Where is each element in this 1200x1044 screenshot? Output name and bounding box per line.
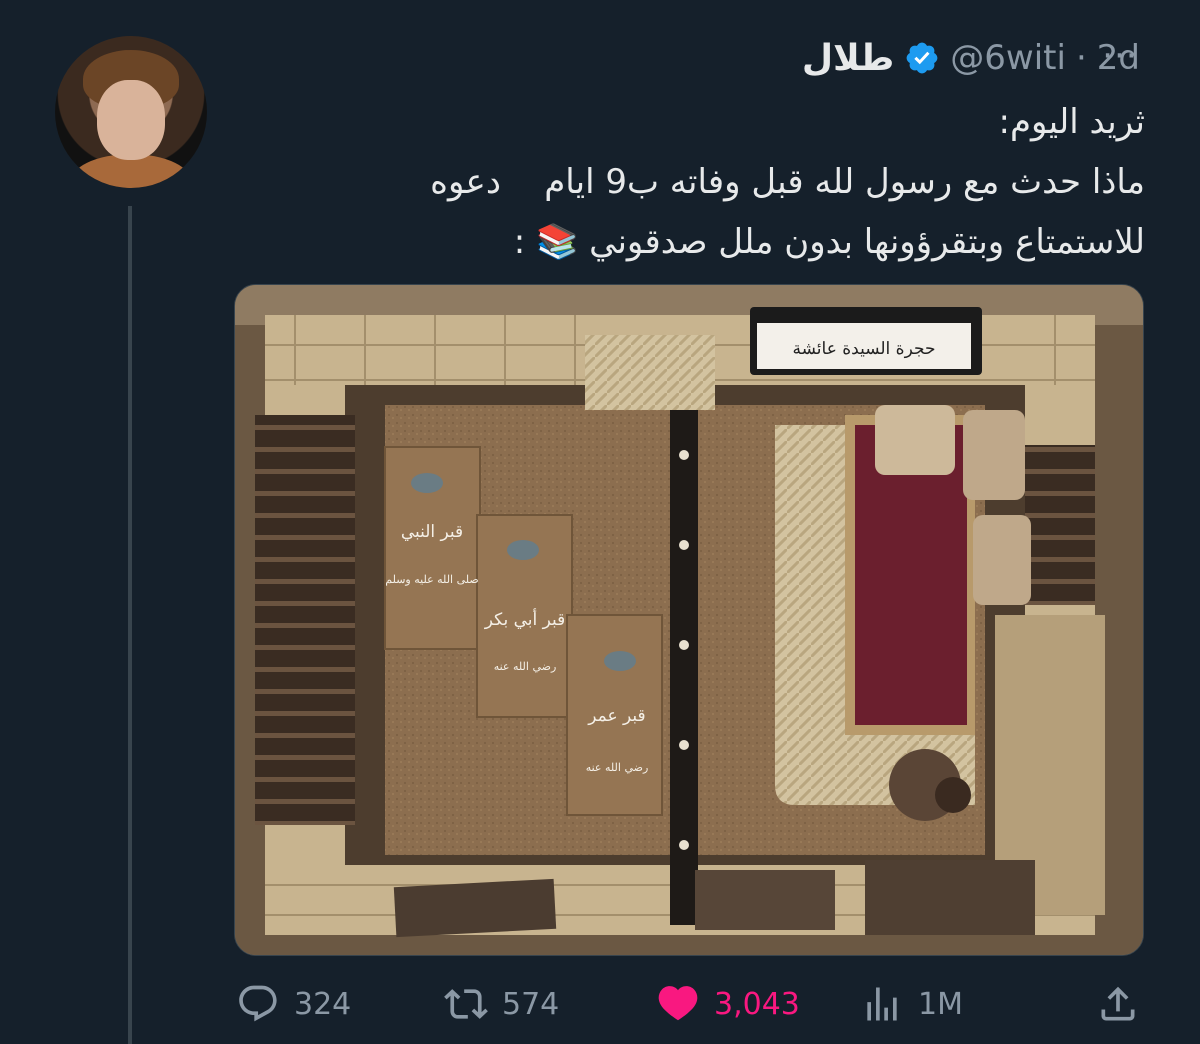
retweet-button[interactable]: 574 [444, 966, 559, 1042]
heart-icon [658, 986, 698, 1021]
retweet-count: 574 [502, 986, 560, 1022]
grave-abubakr-label: قبر أبي بكر [484, 608, 566, 630]
tweet-text-line: ثريد اليوم: [998, 102, 1145, 142]
reply-count: 324 [294, 986, 352, 1022]
grave-umar-sub: رضي الله عنه [586, 761, 649, 774]
views-button[interactable]: 1M [860, 966, 963, 1042]
views-bar-chart-icon [867, 987, 897, 1021]
thread-line [128, 206, 132, 1044]
like-button[interactable]: 3,043 [656, 966, 800, 1042]
share-icon [1101, 986, 1135, 1021]
handle[interactable]: @6witi [950, 38, 1066, 78]
grave-umar-label: قبر عمر [587, 706, 645, 726]
like-count: 3,043 [714, 986, 800, 1022]
tweet-actions: 324 574 3,043 1M [0, 966, 1200, 1042]
more-options-icon[interactable]: ··· [1096, 36, 1144, 76]
grave-prophet-sub: صلى الله عليه وسلم [385, 573, 479, 586]
tweet-header: طلال @6witi · 2d [802, 30, 1140, 86]
grave-prophet-label: قبر النبي [401, 522, 463, 542]
tweet-text-line: للاستمتاع وبتقرؤونها بدون ملل صدقوني 📚 : [513, 222, 1145, 262]
tweet-text: ثريد اليوم: ماذا حدث مع رسول لله قبل وفات… [240, 92, 1145, 272]
verified-badge-icon [906, 42, 938, 74]
grave-abubakr-sub: رضي الله عنه [494, 660, 557, 673]
share-button[interactable] [1096, 966, 1140, 1042]
reply-icon [239, 985, 277, 1022]
retweet-icon [444, 989, 488, 1019]
tweet-text-line: ماذا حدث مع رسول لله قبل وفاته ب9 ايام د… [430, 162, 1145, 202]
views-count: 1M [918, 986, 963, 1022]
separator-dot: · [1075, 38, 1087, 78]
tweet-media-image[interactable]: حجرة السيدة عائشة قبر النبي صلى الله علي… [234, 284, 1144, 956]
display-name[interactable]: طلال [802, 38, 894, 79]
sign-label: حجرة السيدة عائشة [793, 339, 936, 359]
reply-button[interactable]: 324 [236, 966, 351, 1042]
avatar[interactable] [55, 36, 207, 188]
